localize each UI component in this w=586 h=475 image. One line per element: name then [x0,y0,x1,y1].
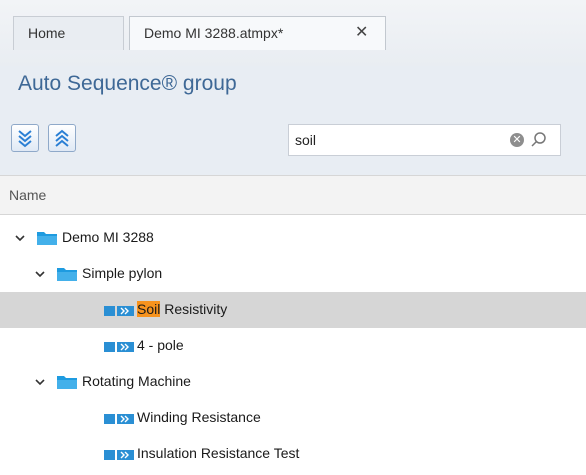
tree-row-label: Insulation Resistance Test [137,445,300,461]
tree-row-folder[interactable]: Rotating Machine [0,364,586,400]
chevron-down-icon[interactable] [14,232,26,244]
expand-all-icon [18,130,32,148]
tree-row-label: Demo MI 3288 [62,229,154,245]
tree-row-folder[interactable]: Simple pylon [0,256,586,292]
search-match-highlight: Soil [137,301,161,317]
collapse-all-icon [55,129,69,147]
tree-row-label: Rotating Machine [82,373,191,389]
tree-row-sequence[interactable]: Insulation Resistance Test [0,436,586,472]
tree-row-sequence-selected[interactable]: Soil Resistivity [0,292,586,328]
search-box: ✕ [288,124,561,156]
tree-row-label: Soil Resistivity [137,301,227,317]
column-header-name[interactable]: Name [0,175,586,215]
folder-icon [57,376,77,389]
tab-home[interactable]: Home [13,16,124,50]
folder-icon [37,232,57,245]
tree-row-label-rest: Resistivity [160,301,228,317]
sequence-tree: Name Demo MI 3288 Simple pylon Soil Resi… [0,175,586,475]
tree-row-sequence[interactable]: 4 - pole [0,328,586,364]
auto-sequence-icon [104,306,134,316]
tree-row-label: 4 - pole [137,337,184,353]
panel-title: Auto Sequence® group [18,72,237,95]
tree-row-label: Simple pylon [82,265,163,281]
tree-row-label: Winding Resistance [137,409,261,425]
auto-sequence-icon [104,342,134,352]
search-input[interactable] [293,130,505,150]
column-header-label: Name [9,187,47,203]
tab-document-label: Demo MI 3288.atmpx* [144,25,284,41]
auto-sequence-icon [104,414,134,424]
tab-demo-document[interactable]: Demo MI 3288.atmpx* ✕ [129,16,386,50]
tab-home-label: Home [28,25,66,41]
chevron-down-icon[interactable] [34,376,46,388]
auto-sequence-icon [104,450,134,460]
close-icon[interactable]: ✕ [355,17,368,49]
search-icon[interactable] [530,129,548,151]
clear-icon[interactable]: ✕ [510,133,524,147]
collapse-all-button[interactable] [48,124,76,152]
tab-bar: Home Demo MI 3288.atmpx* ✕ [0,0,586,66]
chevron-down-icon[interactable] [34,268,46,280]
tree-row-sequence[interactable]: Winding Resistance [0,400,586,436]
folder-icon [57,268,77,281]
expand-all-button[interactable] [11,124,39,152]
tree-row-folder[interactable]: Demo MI 3288 [0,220,586,256]
